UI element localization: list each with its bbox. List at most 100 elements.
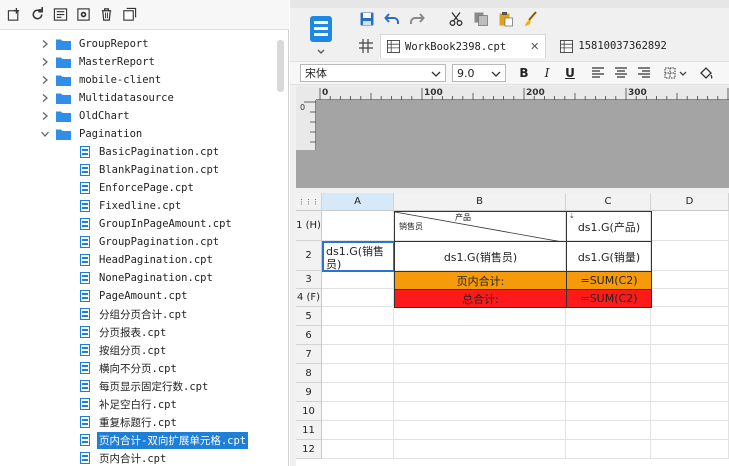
chevron-right-icon[interactable] [40,111,50,121]
bold-button[interactable]: B [514,64,534,82]
cell-c2[interactable]: ds1.G(销量) [566,241,652,272]
save-icon[interactable] [358,11,375,28]
row-header[interactable]: 3 [296,271,322,289]
grid-cell[interactable] [566,345,651,364]
paste-icon[interactable] [497,11,514,28]
row-header[interactable]: 8 [296,364,322,383]
grid-cell[interactable] [651,211,729,241]
grid-cell[interactable] [566,402,651,421]
spreadsheet-grid[interactable]: ⋮⋮⋮ A B C D 1 (H) 2 3 4 (F) 5 6 7 8 9 10 11 12 产品 销售员 ds1.G… [296,193,729,466]
border-icon[interactable] [662,64,690,82]
column-header-c[interactable]: C [566,193,651,211]
tree-folder[interactable]: OldChart [40,107,132,125]
chevron-right-icon[interactable] [40,75,50,85]
chevron-right-icon[interactable] [40,39,50,49]
tree-file[interactable]: 页内合计.cpt [80,449,168,466]
grid-cell[interactable] [651,345,729,364]
grid-cell[interactable] [651,271,729,289]
tree-folder[interactable]: mobile-client [40,71,163,89]
grid-cell[interactable] [651,326,729,345]
tree-file[interactable]: BasicPagination.cpt [80,143,221,161]
tree-file[interactable]: Fixedline.cpt [80,197,183,215]
cell-b2[interactable]: ds1.G(销售员) [394,241,567,272]
underline-button[interactable]: U [560,64,580,82]
cell-c3[interactable]: =SUM(C2) [566,271,652,290]
grid-cell[interactable] [651,440,729,459]
grid-cell[interactable] [566,364,651,383]
row-header[interactable]: 10 [296,402,322,421]
app-logo-icon[interactable] [308,12,336,56]
grid-cell[interactable] [394,421,566,440]
column-header-a[interactable]: A [322,193,394,211]
tab-other[interactable]: 15810037362892 [546,34,673,58]
tree-file[interactable]: HeadPagination.cpt [80,251,215,269]
tree-folder[interactable]: Pagination [40,125,144,143]
tree-file[interactable]: NonePagination.cpt [80,269,215,287]
grid-cell[interactable] [322,383,394,402]
cell-b3[interactable]: 页内合计: [394,271,567,290]
cell-a2[interactable]: ds1.G(销售员) [322,241,395,272]
grid-cell[interactable] [651,241,729,271]
locate-icon[interactable] [52,6,69,23]
tree-scrollbar[interactable] [277,40,284,92]
grid-cell[interactable] [651,364,729,383]
grid-cell[interactable] [322,326,394,345]
row-header[interactable]: 2 [296,241,322,271]
cell-c1[interactable]: ds1.G(产品) [566,211,652,242]
row-header[interactable]: 7 [296,345,322,364]
grid-cell[interactable] [566,440,651,459]
row-header[interactable]: 5 [296,307,322,326]
grid-cell[interactable] [322,402,394,421]
tree-folder[interactable]: MasterReport [40,53,157,71]
align-left-icon[interactable] [588,64,608,82]
collapse-icon[interactable] [121,6,138,23]
grid-cell[interactable] [651,307,729,326]
tree-file[interactable]: 每页显示固定行数.cpt [80,377,210,395]
grid-cell[interactable] [394,364,566,383]
row-header[interactable]: 12 [296,440,322,459]
row-header[interactable]: 4 (F) [296,289,322,307]
grid-cell[interactable] [394,326,566,345]
row-header[interactable]: 11 [296,421,322,440]
grid-cell[interactable] [394,345,566,364]
grid-cell[interactable] [394,307,566,326]
align-right-icon[interactable] [634,64,654,82]
tab-close-icon[interactable]: ✕ [530,40,539,53]
font-family-select[interactable]: 宋体 [300,64,446,82]
chevron-right-icon[interactable] [40,57,50,67]
grid-cell[interactable] [394,440,566,459]
delete-icon[interactable] [98,6,115,23]
chevron-down-icon[interactable] [40,129,50,139]
grid-cell[interactable] [322,440,394,459]
tree-file[interactable]: BlankPagination.cpt [80,161,221,179]
copy-icon[interactable] [472,11,489,28]
tree-file[interactable]: 页内合计-双向扩展单元格.cpt [80,431,249,449]
cut-icon[interactable] [447,11,464,28]
grid-cell[interactable] [566,326,651,345]
grid-cell[interactable] [322,271,394,289]
grid-cell[interactable] [651,289,729,307]
grid-cell[interactable] [566,383,651,402]
grid-cell[interactable] [322,307,394,326]
grid-cell[interactable] [322,289,394,307]
refresh-icon[interactable] [29,6,46,23]
tree-file[interactable]: GroupPagination.cpt [80,233,221,251]
settings-icon[interactable] [75,6,92,23]
column-header-d[interactable]: D [651,193,729,211]
row-header[interactable]: 9 [296,383,322,402]
chevron-right-icon[interactable] [40,93,50,103]
grid-menu-icon[interactable] [358,38,374,54]
cell-c4[interactable]: =SUM(C2) [566,289,652,308]
redo-icon[interactable] [408,11,425,28]
font-size-select[interactable]: 9.0 [452,64,506,82]
undo-icon[interactable] [383,11,400,28]
tree-file[interactable]: 分组分页合计.cpt [80,305,189,323]
grid-cell[interactable] [394,402,566,421]
grid-cell[interactable] [394,383,566,402]
align-center-icon[interactable] [611,64,631,82]
cell-b4[interactable]: 总合计: [394,289,567,308]
select-all-corner[interactable]: ⋮⋮⋮ [296,193,322,211]
tree-folder[interactable]: Multidatasource [40,89,176,107]
grid-cell[interactable] [566,421,651,440]
row-header[interactable]: 6 [296,326,322,345]
